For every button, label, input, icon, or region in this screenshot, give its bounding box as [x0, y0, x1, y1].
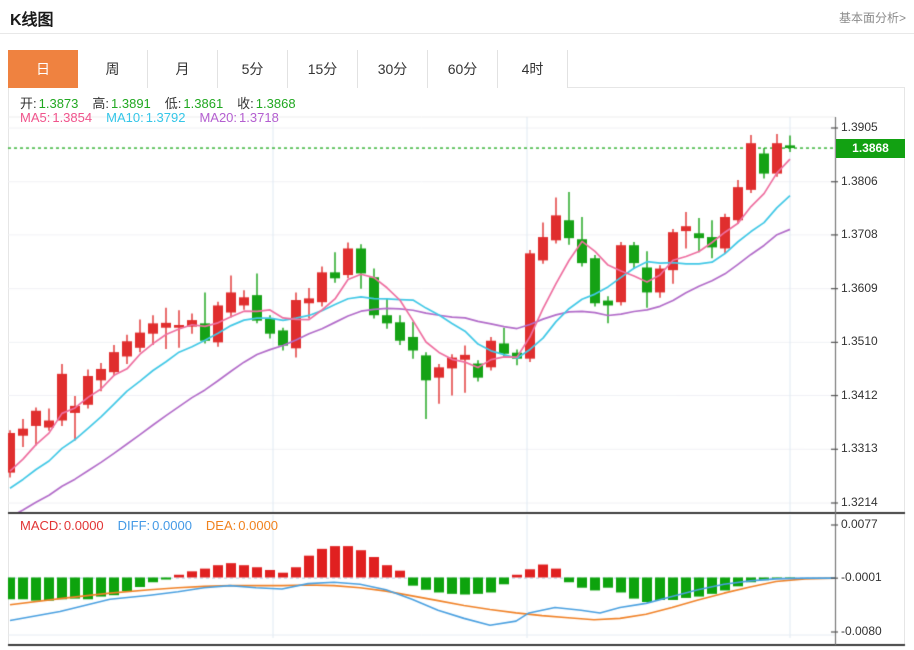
tab-4hour[interactable]: 4时: [498, 50, 568, 88]
close-value: 1.3868: [255, 96, 296, 111]
ma10-value: 1.3792: [145, 110, 186, 125]
price-axis-label: 1.3510: [841, 334, 878, 349]
price-axis-label: 1.3609: [841, 280, 878, 295]
ma5-label: MA5:: [20, 110, 51, 125]
tab-30min[interactable]: 30分: [358, 50, 428, 88]
high-value: 1.3891: [111, 96, 151, 111]
price-axis-label: 1.3214: [841, 495, 878, 509]
macd-readout: MACD: 0.0000: [20, 518, 104, 533]
open-label: 开:: [20, 96, 37, 111]
current-price-label: 1.3868: [836, 139, 905, 159]
page-title: K线图: [10, 12, 54, 29]
header-divider: [0, 33, 914, 34]
ma5-readout: MA5: 1.3854: [20, 110, 92, 125]
macd-axis-label: -0.0001: [841, 570, 882, 585]
ma10-label: MA10:: [106, 110, 144, 125]
dea-value: 0.0000: [238, 518, 279, 533]
macd-axis-label: 0.0077: [841, 517, 878, 531]
tab-60min[interactable]: 60分: [428, 50, 498, 88]
tab-day[interactable]: 日: [8, 50, 78, 88]
low-label: 低:: [164, 96, 182, 111]
tab-15min[interactable]: 15分: [288, 50, 358, 88]
interval-tabbar: 日周月 5分 15分 30分 60分 4时: [8, 50, 905, 88]
diff-readout: DIFF: 0.0000: [118, 518, 192, 533]
price-axis-label: 1.3412: [841, 387, 878, 402]
price-axis-label: 1.3708: [841, 226, 878, 241]
price-axis-label: 1.3313: [841, 441, 878, 456]
close-label: 收:: [237, 96, 254, 111]
dea-label: DEA:: [205, 518, 237, 533]
open-value: 1.3873: [38, 96, 79, 111]
dea-readout: DEA: 0.0000: [206, 518, 278, 533]
low-value: 1.3861: [183, 96, 224, 111]
macd-label: MACD:: [20, 518, 62, 533]
price-axis-label: 1.3905: [841, 120, 878, 134]
price-axis-label: 1.3806: [841, 173, 878, 188]
ma20-label: MA20:: [199, 110, 238, 125]
tab-5min[interactable]: 5分: [218, 50, 288, 88]
ma5-value: 1.3854: [52, 110, 93, 125]
ma20-value: 1.3718: [239, 110, 279, 125]
high-label: 高:: [92, 96, 110, 111]
tab-week[interactable]: 周: [78, 50, 148, 88]
macd-value: 0.0000: [63, 518, 104, 533]
ma-readout: MA5: 1.3854 MA10: 1.3792 MA20: 1.3718: [20, 110, 279, 125]
fundamental-analysis-link[interactable]: 基本面分析>: [839, 9, 906, 26]
ma10-readout: MA10: 1.3792: [106, 110, 185, 125]
diff-value: 0.0000: [152, 518, 192, 533]
diff-label: DIFF:: [117, 518, 151, 533]
tab-month[interactable]: 月: [148, 50, 218, 88]
macd-axis-label: -0.0080: [841, 624, 882, 638]
macd-readout: MACD: 0.0000 DIFF: 0.0000 DEA: 0.0000: [20, 518, 278, 533]
ma20-readout: MA20: 1.3718: [199, 110, 278, 125]
